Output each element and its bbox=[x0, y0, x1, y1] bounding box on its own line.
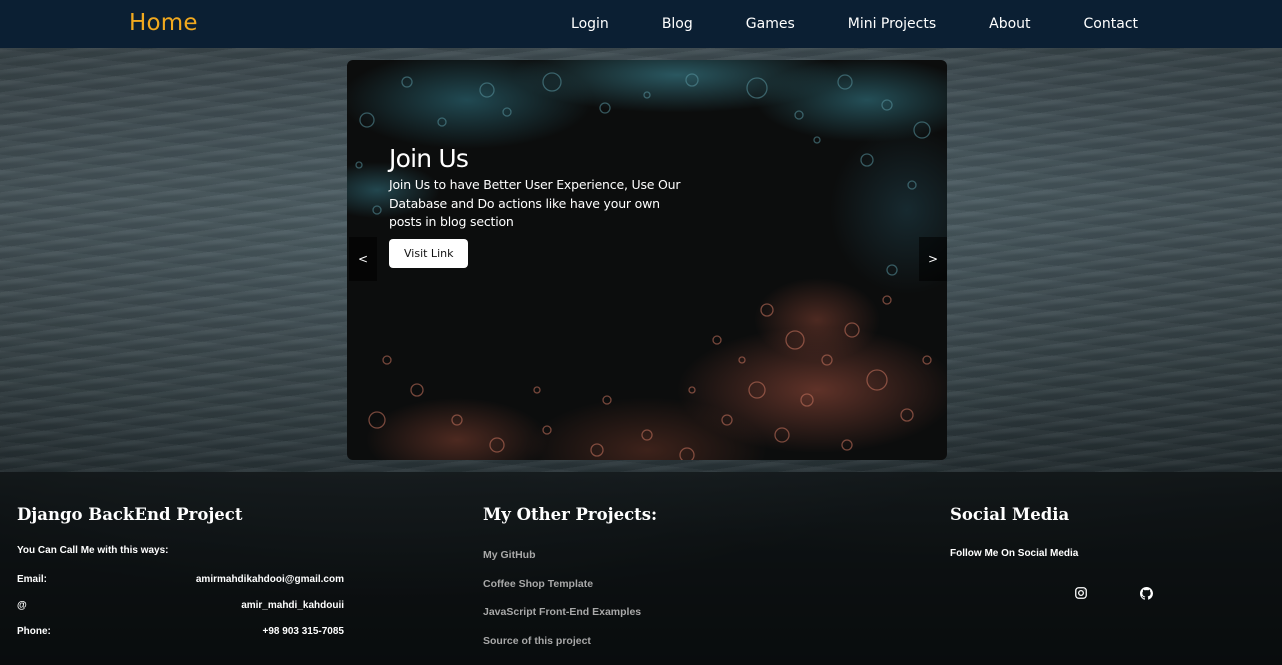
instagram-icon[interactable] bbox=[1073, 585, 1089, 601]
carousel-next-button[interactable]: > bbox=[919, 237, 947, 281]
project-link-coffee-shop[interactable]: Coffee Shop Template bbox=[483, 578, 593, 590]
carousel-caption: Join Us Join Us to have Better User Expe… bbox=[389, 142, 689, 268]
project-link-source[interactable]: Source of this project bbox=[483, 635, 591, 647]
nav-item-blog: Blog bbox=[662, 15, 693, 33]
social-follow-text: Follow Me On Social Media bbox=[950, 548, 1079, 559]
contact-email-label: Email: bbox=[17, 574, 48, 585]
carousel-description: Join Us to have Better User Experience, … bbox=[389, 177, 681, 229]
nav-link-login[interactable]: Login bbox=[571, 16, 609, 32]
footer: Django BackEnd Project You Can Call Me w… bbox=[0, 472, 1282, 665]
project-link-js-examples[interactable]: JavaScript Front-End Examples bbox=[483, 606, 641, 618]
social-media-title: Social Media bbox=[950, 505, 1070, 524]
contact-row-instagram: @ amir_mahdi_kahdouii bbox=[17, 600, 344, 611]
nav-item-contact: Contact bbox=[1084, 15, 1138, 33]
navbar: Home Login Blog Games Mini Projects Abou… bbox=[0, 0, 1282, 48]
nav-item-games: Games bbox=[746, 15, 795, 33]
nav-link-games[interactable]: Games bbox=[746, 16, 795, 32]
contact-phone-label: Phone: bbox=[17, 626, 51, 637]
nav-link-about[interactable]: About bbox=[989, 16, 1030, 32]
carousel-prev-button[interactable]: < bbox=[349, 237, 377, 281]
project-link-github[interactable]: My GitHub bbox=[483, 549, 536, 561]
nav-item-mini-projects: Mini Projects bbox=[848, 15, 936, 33]
hero-carousel: Join Us Join Us to have Better User Expe… bbox=[347, 60, 947, 460]
contact-phone-value: +98 903 315-7085 bbox=[262, 626, 344, 637]
contact-row-email: Email: amirmahdikahdooi@gmail.com bbox=[17, 574, 344, 585]
visit-link-button[interactable]: Visit Link bbox=[389, 238, 469, 268]
contact-handle-label: @ bbox=[17, 600, 27, 611]
footer-project-title: Django BackEnd Project bbox=[17, 505, 243, 524]
nav-link-blog[interactable]: Blog bbox=[662, 16, 693, 32]
github-icon[interactable] bbox=[1138, 585, 1154, 601]
contact-intro-text: You Can Call Me with this ways: bbox=[17, 545, 169, 556]
contact-row-phone: Phone: +98 903 315-7085 bbox=[17, 626, 344, 637]
nav-item-login: Login bbox=[571, 15, 609, 33]
other-projects-title: My Other Projects: bbox=[483, 505, 658, 524]
nav-links: Login Blog Games Mini Projects About Con… bbox=[518, 0, 1138, 48]
nav-link-contact[interactable]: Contact bbox=[1084, 16, 1138, 32]
brand-home-link[interactable]: Home bbox=[129, 10, 198, 36]
contact-handle-value: amir_mahdi_kahdouii bbox=[241, 600, 344, 611]
contact-email-value: amirmahdikahdooi@gmail.com bbox=[195, 574, 344, 585]
nav-link-mini-projects[interactable]: Mini Projects bbox=[848, 16, 936, 32]
nav-item-about: About bbox=[989, 15, 1030, 33]
carousel-title: Join Us bbox=[389, 144, 469, 173]
